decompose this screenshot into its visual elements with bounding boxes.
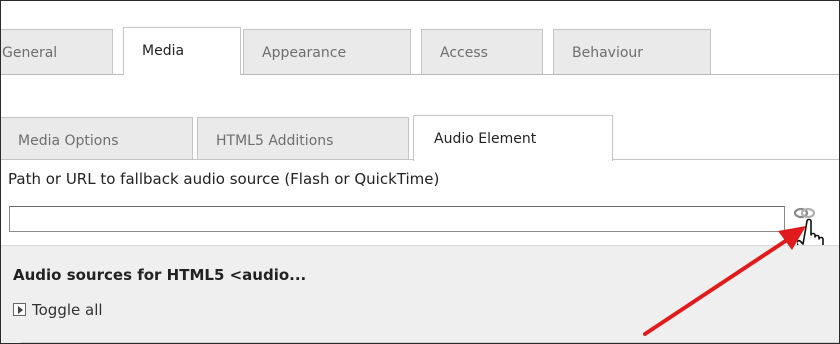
top-tab-bar: General Media Appearance Access Behaviou… (1, 1, 839, 77)
tab-label: Access (440, 45, 488, 61)
tab-label: General (2, 45, 58, 61)
panel-title: Audio sources for HTML5 <audio... (13, 266, 307, 284)
tab-label: Behaviour (572, 45, 644, 61)
audio-sources-panel: Audio sources for HTML5 <audio... Toggle… (1, 245, 839, 343)
tab-general[interactable]: General (1, 29, 113, 75)
fallback-source-label: Path or URL to fallback audio source (Fl… (8, 170, 440, 188)
fallback-source-input[interactable] (9, 206, 785, 232)
tab-media[interactable]: Media (123, 27, 241, 75)
tab-behaviour[interactable]: Behaviour (553, 29, 711, 75)
tab-label: Appearance (262, 45, 347, 61)
tab-label: Media Options (18, 133, 119, 149)
expand-arrow-icon (13, 303, 26, 316)
tab-html5-additions[interactable]: HTML5 Additions (197, 117, 409, 159)
tab-media-options[interactable]: Media Options (1, 117, 193, 159)
toggle-all-label: Toggle all (32, 301, 103, 319)
tab-label: HTML5 Additions (216, 133, 334, 149)
tab-label: Audio Element (434, 131, 537, 147)
tab-audio-element[interactable]: Audio Element (413, 115, 613, 161)
tab-appearance[interactable]: Appearance (243, 29, 411, 75)
tab-label: Media (142, 43, 185, 59)
tab-access[interactable]: Access (421, 29, 543, 75)
sub-tab-bar: Media Options HTML5 Additions Audio Elem… (1, 115, 839, 161)
dialog-frame: General Media Appearance Access Behaviou… (0, 0, 840, 344)
